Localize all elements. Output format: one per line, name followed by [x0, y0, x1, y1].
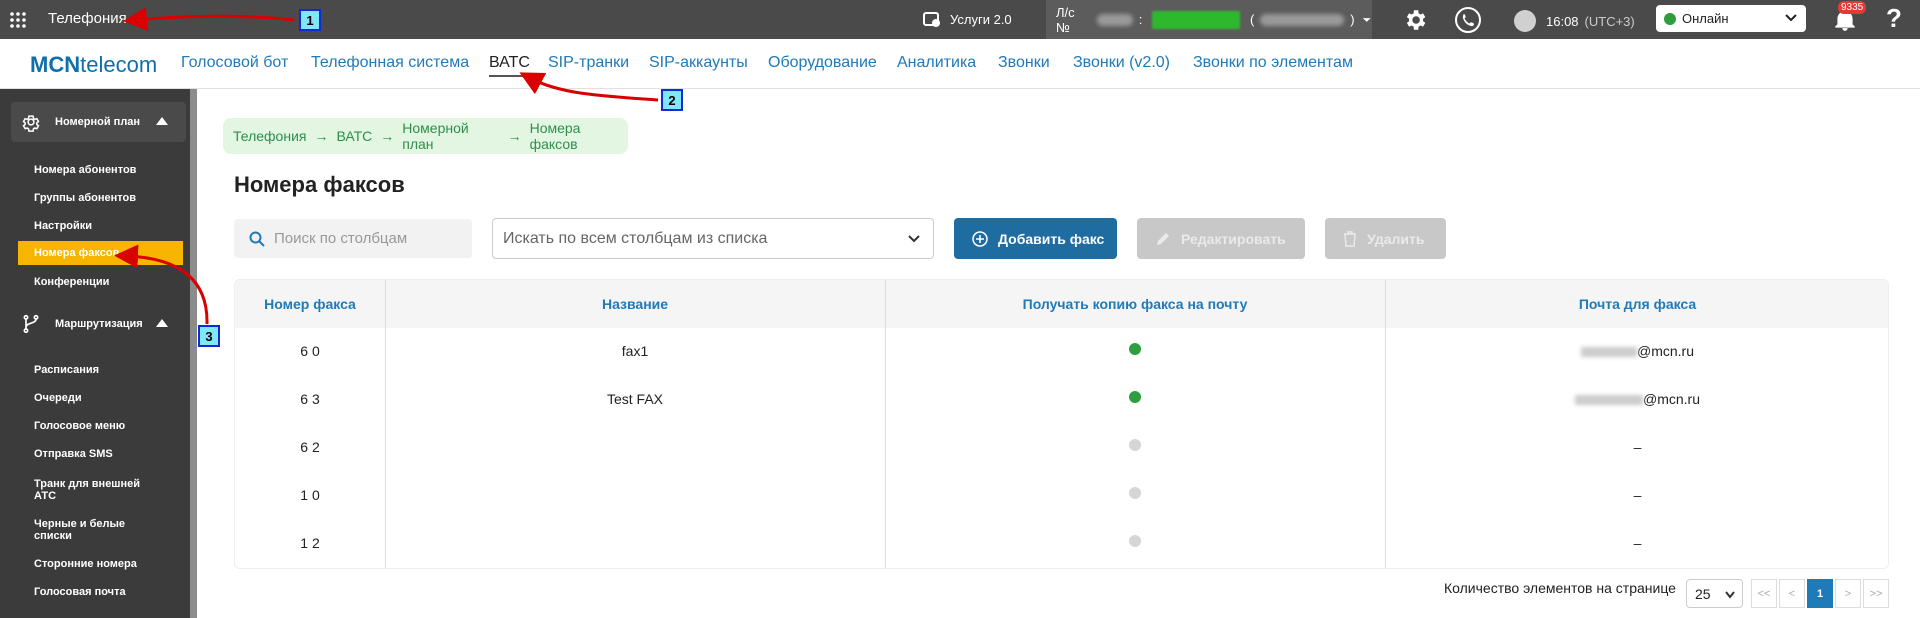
annotation-arrows — [114, 6, 659, 325]
annotation-badge-3: 3 — [198, 325, 220, 347]
annotation-arrow-1 — [123, 6, 295, 31]
annotation-arrow-3 — [114, 244, 209, 325]
annotation-arrow-2 — [519, 72, 659, 102]
annotation-badge-1: 1 — [299, 9, 321, 31]
annotation-badge-2: 2 — [661, 89, 683, 111]
